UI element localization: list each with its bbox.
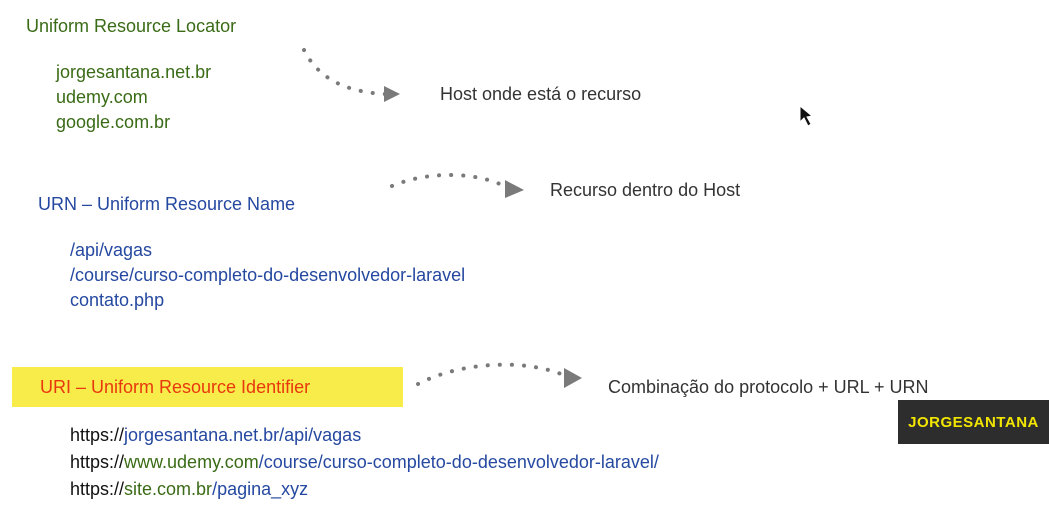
urn-arrow-path: [390, 173, 510, 190]
connector-arrows: [302, 48, 814, 388]
uri-arrow-head: [564, 368, 582, 388]
urn-arrow-head: [505, 180, 524, 198]
url-arrow-path: [302, 48, 387, 96]
url-arrow-head: [384, 86, 400, 102]
uri-arrow-path: [416, 362, 568, 386]
mouse-cursor-icon: [799, 104, 814, 127]
